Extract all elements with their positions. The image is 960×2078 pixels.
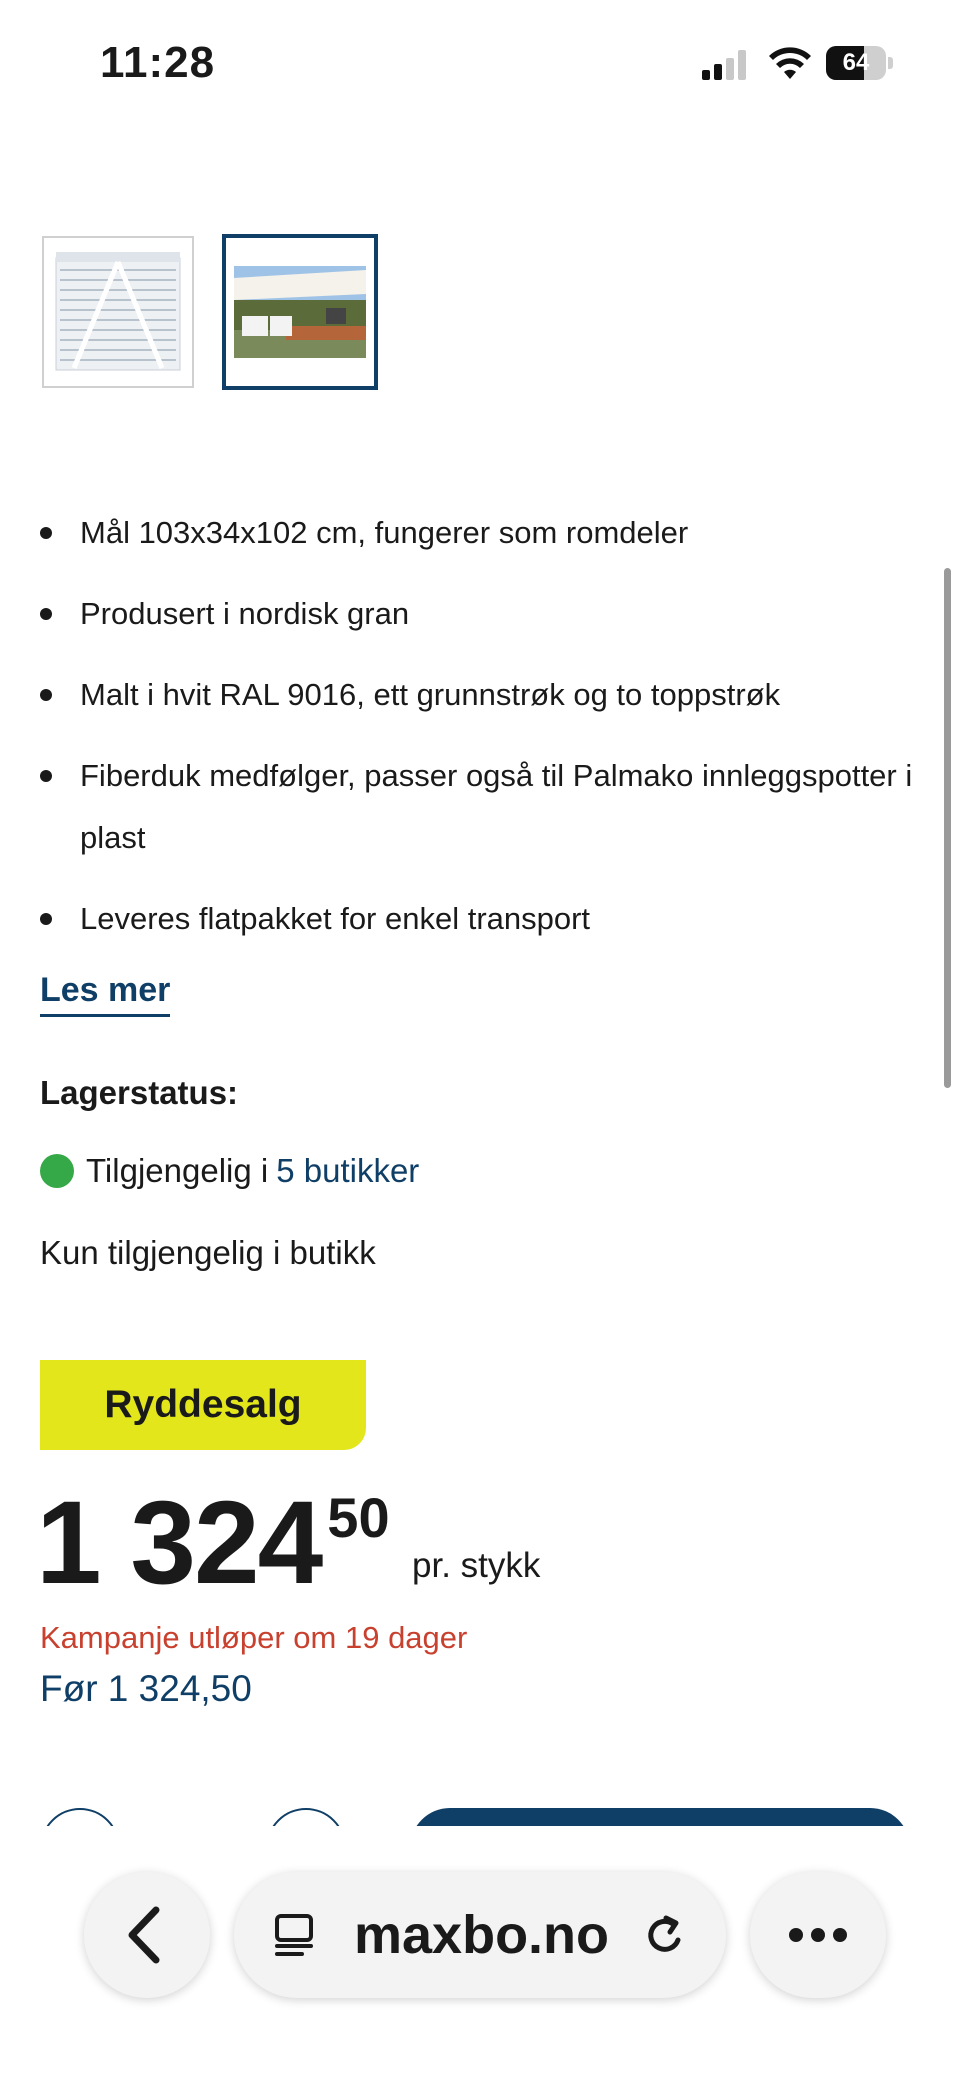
feature-item: Mål 103x34x102 cm, fungerer som romdeler	[40, 502, 930, 564]
status-bar: 11:28 64	[0, 0, 960, 120]
stock-heading: Lagerstatus:	[40, 1074, 239, 1111]
price-main: 1 324	[36, 1477, 323, 1609]
url-text: maxbo.no	[354, 1905, 610, 1965]
price-decimals: 50	[327, 1486, 390, 1549]
store-only-note: Kun tilgjengelig i butikk	[40, 1234, 376, 1271]
campaign-expiry: Kampanje utløper om 19 dager	[40, 1620, 468, 1655]
battery-icon: 64	[826, 46, 894, 80]
stock-availability: Tilgjengelig i 5 butikker	[40, 1152, 419, 1190]
battery-percent: 64	[842, 49, 870, 76]
price-unit: pr. stykk	[412, 1546, 541, 1585]
more-dots-icon	[789, 1928, 847, 1942]
terrace-image	[234, 266, 366, 358]
browser-toolbar: maxbo.no	[0, 1866, 960, 2078]
in-stock-dot-icon	[40, 1154, 74, 1188]
back-button[interactable]	[84, 1872, 210, 1998]
feature-list: Mål 103x34x102 cm, fungerer som romdeler…	[40, 502, 930, 969]
back-chevron-icon	[128, 1906, 160, 1964]
address-bar[interactable]: maxbo.no	[234, 1872, 726, 1998]
white-planter-thumbnail[interactable]	[42, 236, 194, 388]
availability-prefix: Tilgjengelig i	[86, 1152, 269, 1189]
sale-badge: Ryddesalg	[40, 1360, 366, 1450]
feature-item: Fiberduk medfølger, passer også til Palm…	[40, 745, 930, 869]
wifi-icon	[769, 47, 811, 79]
reload-icon[interactable]	[640, 1910, 690, 1960]
tabs-icon	[275, 1914, 313, 1956]
price: 1 324 50	[36, 1484, 390, 1602]
more-button[interactable]	[750, 1872, 886, 1998]
feature-item: Malt i hvit RAL 9016, ett grunnstrøk og …	[40, 664, 930, 726]
read-more-link[interactable]: Les mer	[40, 968, 171, 1017]
planter-image	[55, 252, 181, 371]
cellular-signal-icon	[702, 50, 750, 80]
terrace-photo-thumbnail[interactable]	[222, 234, 378, 390]
feature-item: Leveres flatpakket for enkel transport	[40, 888, 930, 950]
store-count-link[interactable]: 5 butikker	[276, 1152, 419, 1190]
feature-item: Produsert i nordisk gran	[40, 583, 930, 645]
before-price: Før 1 324,50	[40, 1668, 252, 1709]
page-scrollbar[interactable]	[944, 568, 951, 1088]
status-time: 11:28	[100, 38, 216, 87]
